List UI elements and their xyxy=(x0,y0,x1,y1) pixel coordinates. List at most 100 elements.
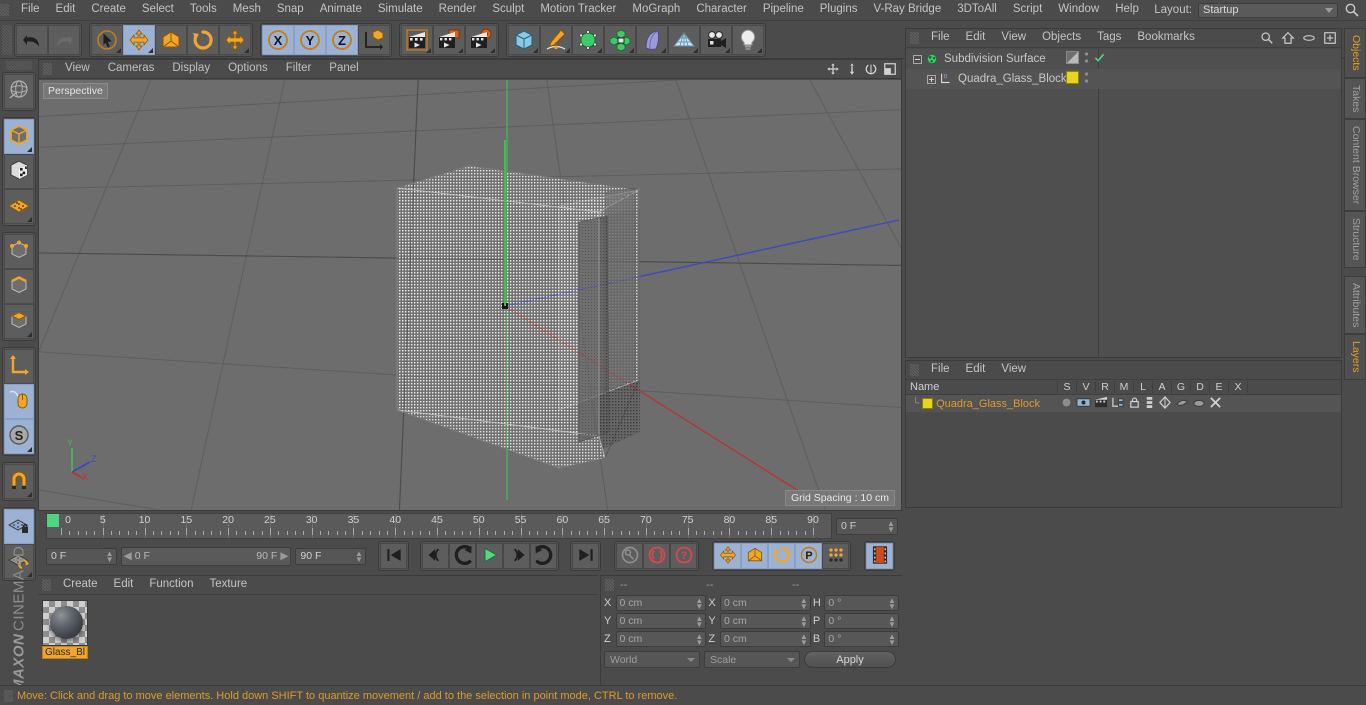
material-menu-texture[interactable]: Texture xyxy=(201,579,255,591)
layer-menu-edit[interactable]: Edit xyxy=(958,364,994,376)
end-frame-field[interactable]: 90 F ▲ ▼ xyxy=(295,547,366,565)
move-secondary-button[interactable] xyxy=(219,24,251,55)
add-cube-button[interactable] xyxy=(508,24,540,55)
layout-select[interactable]: Startup xyxy=(1198,2,1338,18)
lock-y-button[interactable]: Y xyxy=(294,24,326,55)
go-to-next-key-button[interactable] xyxy=(530,543,557,569)
keyframe-selection-button[interactable]: ? xyxy=(670,543,697,569)
material-list[interactable]: Glass_Bl xyxy=(38,596,598,685)
vertical-tab-content-browser[interactable]: Content Browser xyxy=(1344,119,1366,212)
add-spline-button[interactable] xyxy=(540,24,572,55)
vertical-tab-takes[interactable]: Takes xyxy=(1344,77,1366,120)
render-view-button[interactable] xyxy=(401,24,433,55)
add-environment-button[interactable] xyxy=(668,24,700,55)
go-to-previous-key-button[interactable] xyxy=(422,543,449,569)
menu-sculpt[interactable]: Sculpt xyxy=(484,4,532,16)
object-menu-file[interactable]: File xyxy=(923,32,958,44)
current-frame-field[interactable]: 0 F ▲ ▼ xyxy=(836,517,898,535)
scale-tool-button[interactable] xyxy=(155,24,187,55)
menu-render[interactable]: Render xyxy=(431,4,485,16)
live-selection-button[interactable] xyxy=(91,24,123,55)
layer-column-e[interactable]: E xyxy=(1210,381,1229,393)
texture-mode-button[interactable] xyxy=(4,154,34,189)
home-icon[interactable] xyxy=(1281,31,1295,48)
key-scale-button[interactable] xyxy=(741,543,768,569)
add-modeling-object-button[interactable] xyxy=(604,24,636,55)
menu-character[interactable]: Character xyxy=(688,4,755,16)
apply-button[interactable]: Apply xyxy=(804,651,896,668)
add-layout-icon[interactable] xyxy=(1323,31,1337,48)
material-tag-icon[interactable] xyxy=(1066,71,1079,87)
object-row-subdivision-surface[interactable]: Subdivision Surface xyxy=(906,49,1341,69)
add-deformer-button[interactable] xyxy=(636,24,668,55)
size-y-field[interactable]: 0 cm ▲ ▼ xyxy=(719,613,811,629)
menu-v-ray-bridge[interactable]: V-Ray Bridge xyxy=(865,4,949,16)
redo-button[interactable] xyxy=(48,24,80,55)
layer-manager-grip[interactable] xyxy=(910,364,919,376)
edges-mode-button[interactable] xyxy=(4,269,34,304)
material-item[interactable]: Glass_Bl xyxy=(42,600,88,659)
viewport-menu-cameras[interactable]: Cameras xyxy=(99,63,164,75)
move-tool-button[interactable] xyxy=(123,24,155,55)
timeline-playhead[interactable] xyxy=(47,514,59,527)
viewport-menu-options[interactable]: Options xyxy=(219,63,277,75)
stepper-icon[interactable]: ▲ ▼ xyxy=(106,549,114,563)
position-y-field[interactable]: 0 cm ▲ ▼ xyxy=(615,613,707,629)
menu-edit[interactable]: Edit xyxy=(48,4,84,16)
layer-menu-file[interactable]: File xyxy=(923,364,958,376)
layer-color-swatch[interactable] xyxy=(922,398,934,409)
left-toolbar-grip[interactable] xyxy=(6,61,32,70)
key-pla-button[interactable] xyxy=(822,543,849,569)
add-generator-button[interactable] xyxy=(572,24,604,55)
world-coordinates-button[interactable] xyxy=(358,24,390,55)
viewport-canvas[interactable]: Perspective Y Z X Grid Spacing: 10 cm xyxy=(39,80,901,510)
stepper-icon[interactable]: ▲ ▼ xyxy=(888,615,896,629)
range-right-arrow-icon[interactable]: ▶ xyxy=(280,550,288,562)
autokeying-button[interactable] xyxy=(616,543,643,569)
play-button[interactable] xyxy=(476,543,503,569)
viewport-menu-view[interactable]: View xyxy=(56,63,99,75)
coordinates-grip[interactable] xyxy=(605,579,614,591)
object-menu-view[interactable]: View xyxy=(993,32,1034,44)
stepper-icon[interactable]: ▲ ▼ xyxy=(800,633,808,647)
coordinate-system-select[interactable]: World xyxy=(604,651,700,668)
timeline-toggle-button[interactable] xyxy=(866,543,893,569)
start-frame-field[interactable]: 0 F ▲ ▼ xyxy=(46,547,117,565)
key-position-button[interactable] xyxy=(714,543,741,569)
stepper-icon[interactable]: ▲ ▼ xyxy=(695,615,703,629)
stepper-icon[interactable]: ▲ ▼ xyxy=(888,597,896,611)
stepper-icon[interactable]: ▲ ▼ xyxy=(695,633,703,647)
tag-dots-icon[interactable] xyxy=(1084,51,1089,67)
layer-column-m[interactable]: M xyxy=(1115,381,1134,393)
layer-column-a[interactable]: A xyxy=(1153,381,1172,393)
viewport-menu-filter[interactable]: Filter xyxy=(277,63,321,75)
search-icon[interactable] xyxy=(1260,31,1274,48)
menu-pipeline[interactable]: Pipeline xyxy=(755,4,812,16)
size-z-field[interactable]: 0 cm ▲ ▼ xyxy=(719,631,811,647)
stepper-icon[interactable]: ▲ ▼ xyxy=(695,597,703,611)
layer-column-name[interactable]: Name xyxy=(906,381,1058,393)
material-manager-grip[interactable] xyxy=(42,579,51,591)
model-mode-button[interactable] xyxy=(4,119,34,154)
menu-window[interactable]: Window xyxy=(1050,4,1107,16)
generator-icon[interactable] xyxy=(1158,395,1172,412)
lock-icon[interactable] xyxy=(1128,396,1141,412)
rotation-p-field[interactable]: 0 ° ▲ ▼ xyxy=(824,613,900,629)
key-rotation-button[interactable] xyxy=(768,543,795,569)
material-menu-function[interactable]: Function xyxy=(141,579,201,591)
add-light-button[interactable] xyxy=(732,24,764,55)
workplane-mode-button[interactable] xyxy=(4,189,34,224)
stepper-icon[interactable]: ▲ ▼ xyxy=(888,633,896,647)
add-camera-button[interactable] xyxy=(700,24,732,55)
menu-file[interactable]: File xyxy=(13,4,48,16)
range-left-arrow-icon[interactable]: ◀ xyxy=(124,550,132,562)
menu-snap[interactable]: Snap xyxy=(269,4,312,16)
layer-column-x[interactable]: X xyxy=(1229,381,1248,393)
go-to-end-button[interactable] xyxy=(572,543,599,569)
layer-column-g[interactable]: G xyxy=(1172,381,1191,393)
record-active-objects-button[interactable] xyxy=(643,543,670,569)
expander-plus-icon[interactable] xyxy=(927,74,936,84)
points-mode-button[interactable] xyxy=(4,234,34,269)
timeline-ruler[interactable]: 0 5 10 15 20 25 30 35 40 45 50 55 60 65 70 75 80 85 90 xyxy=(46,513,832,539)
visible-eye-icon[interactable] xyxy=(1076,396,1091,412)
